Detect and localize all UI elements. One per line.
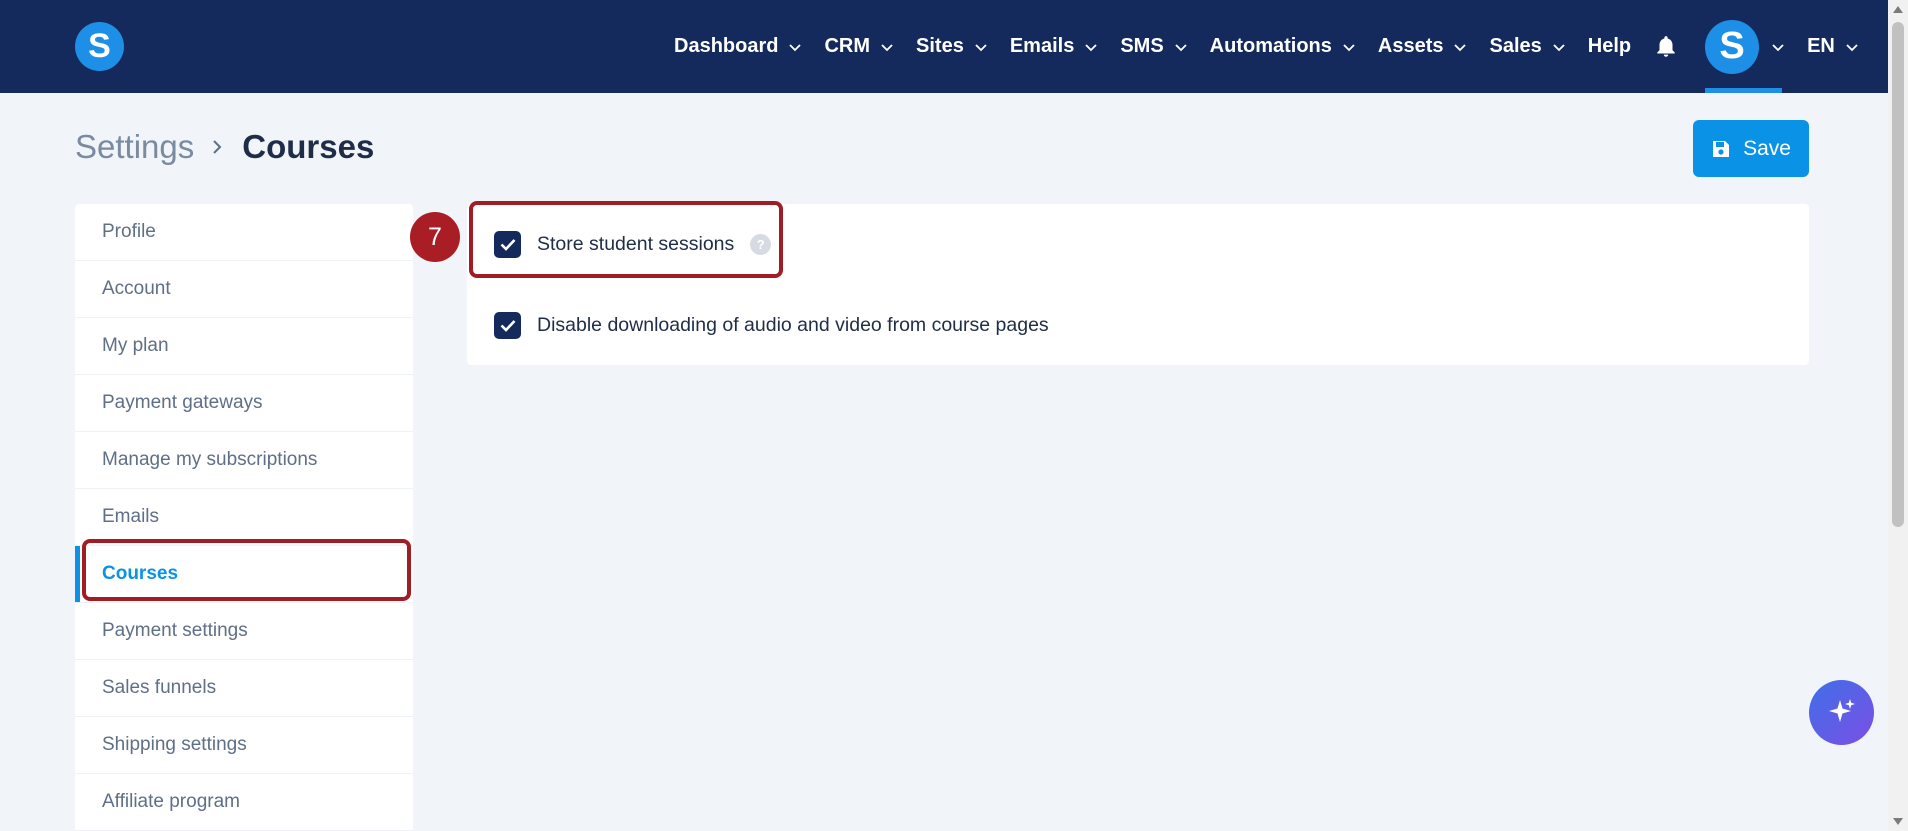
sidebar-item-affiliate-program[interactable]: Affiliate program [75,774,413,831]
sidebar-item-profile[interactable]: Profile [75,204,413,261]
language-selector[interactable]: EN [1807,35,1859,58]
brand-logo[interactable]: S [75,22,124,71]
chevron-down-icon [789,43,802,51]
scroll-down-arrow-icon[interactable] [1893,818,1903,825]
sparkle-icon [1828,698,1855,722]
nav-item-crm[interactable]: CRM [824,35,894,58]
checkmark-icon [500,320,515,332]
nav-item-sites[interactable]: Sites [916,35,988,58]
sidebar-item-label: My plan [102,335,169,356]
nav-item-label: Sites [916,35,964,57]
sidebar-item-label: Manage my subscriptions [102,449,318,470]
sidebar-item-label: Account [102,278,171,299]
nav-item-sales[interactable]: Sales [1489,35,1565,58]
nav-item-help[interactable]: Help [1588,35,1631,58]
save-button[interactable]: Save [1693,120,1809,177]
sidebar-item-label: Payment settings [102,620,248,641]
chevron-down-icon [1454,43,1467,51]
nav-item-label: Assets [1377,35,1444,57]
chevron-right-icon [213,140,222,154]
nav-item-automations[interactable]: Automations [1210,35,1356,58]
floppy-disk-icon [1713,140,1730,157]
nav-item-assets[interactable]: Assets [1378,35,1468,58]
nav-item-sms[interactable]: SMS [1120,35,1187,58]
chevron-down-icon [1553,43,1565,51]
chevron-down-icon[interactable] [1771,40,1785,54]
step-number-badge: 7 [410,212,460,262]
save-button-label: Save [1743,136,1791,160]
page-scrollbar[interactable] [1888,0,1908,831]
nav-item-label: Dashboard [674,35,779,57]
disable-downloading-checkbox[interactable] [494,312,521,339]
nav-item-label: Sales [1489,35,1542,57]
sidebar-item-label: Sales funnels [102,677,217,698]
option-disable-downloading: Disable downloading of audio and video f… [494,312,1049,339]
scroll-up-arrow-icon[interactable] [1893,6,1903,13]
chevron-down-icon [1085,43,1097,51]
nav-item-dashboard[interactable]: Dashboard [674,35,802,58]
sidebar-item-sales-funnels[interactable]: Sales funnels [75,660,413,717]
sidebar-item-label: Emails [102,506,160,527]
avatar[interactable]: S [1705,19,1760,74]
scrollbar-thumb[interactable] [1892,22,1904,527]
main-nav: Dashboard CRM Sites Emails SMS Automatio… [674,0,1881,93]
nav-item-emails[interactable]: Emails [1010,35,1098,58]
sidebar-item-manage-subscriptions[interactable]: Manage my subscriptions [75,432,413,489]
language-label: EN [1807,35,1835,57]
sidebar-item-label: Payment gateways [102,392,263,413]
sidebar-item-my-plan[interactable]: My plan [75,318,413,375]
sidebar-item-label: Affiliate program [102,791,240,812]
active-indicator [75,546,80,602]
sidebar-item-label: Profile [102,221,156,242]
page-title: Courses [242,128,375,165]
chevron-down-icon [1343,43,1355,51]
sidebar-item-account[interactable]: Account [75,261,413,318]
chevron-down-icon [881,43,893,51]
chevron-down-icon [975,43,987,51]
nav-item-label: Help [1587,35,1632,57]
sidebar-item-label: Shipping settings [102,734,247,755]
logo-letter: S [88,27,111,65]
chevron-down-icon [1175,43,1187,51]
nav-item-label: SMS [1120,35,1164,57]
top-navigation-bar: S Dashboard CRM Sites Emails SMS Automat… [0,0,1888,93]
user-menu[interactable]: S [1705,0,1785,93]
nav-item-label: Automations [1209,35,1332,57]
sidebar-item-shipping-settings[interactable]: Shipping settings [75,717,413,774]
highlight-courses-item [82,539,411,601]
breadcrumb: Settings Courses [75,128,374,166]
breadcrumb-settings[interactable]: Settings [75,128,194,166]
option-label: Disable downloading of audio and video f… [537,314,1049,336]
nav-item-label: CRM [824,35,871,57]
nav-item-label: Emails [1009,35,1075,57]
bell-icon[interactable] [1653,34,1679,60]
sidebar-item-emails[interactable]: Emails [75,489,413,546]
ai-assistant-button[interactable] [1809,680,1874,745]
settings-sidebar: Profile Account My plan Payment gateways… [75,204,413,831]
sidebar-item-payment-settings[interactable]: Payment settings [75,603,413,660]
sidebar-item-payment-gateways[interactable]: Payment gateways [75,375,413,432]
avatar-letter: S [1719,25,1745,67]
step-number: 7 [428,222,442,251]
chevron-down-icon [1846,43,1858,51]
active-tab-indicator [1705,88,1783,93]
highlight-store-sessions [469,201,783,278]
